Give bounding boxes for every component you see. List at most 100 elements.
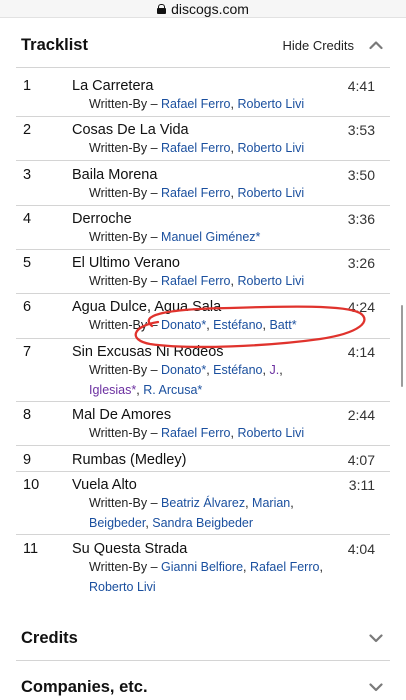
track-title: Baila Morena <box>72 167 158 183</box>
track-title: Su Questa Strada <box>72 541 188 557</box>
credit-line: Written-By – Manuel Giménez* <box>89 230 261 244</box>
divider <box>16 534 390 535</box>
divider <box>16 160 390 161</box>
credit-line: Written-By – Donato*, Estéfano, Batt* <box>89 318 297 332</box>
credit-artist-link[interactable]: Beatriz Álvarez <box>161 496 245 510</box>
divider <box>16 401 390 402</box>
lock-icon <box>157 3 167 14</box>
track-credits: Written-By – Manuel Giménez* <box>89 228 339 248</box>
divider <box>16 338 390 339</box>
url-domain: discogs.com <box>171 0 249 17</box>
track-duration: 3:36 <box>347 211 375 227</box>
credit-artist-link[interactable]: Roberto Livi <box>237 141 304 155</box>
track-title: Derroche <box>72 211 132 227</box>
companies-title: Companies, etc. <box>21 677 148 696</box>
credit-artist-link[interactable]: Roberto Livi <box>237 274 304 288</box>
track-title: La Carretera <box>72 78 154 94</box>
credit-artist-link[interactable]: Batt* <box>269 318 296 332</box>
track-number: 1 <box>23 78 32 94</box>
track-number: 2 <box>23 122 32 138</box>
credit-artist-link[interactable]: Roberto Livi <box>237 426 304 440</box>
hide-credits-link[interactable]: Hide Credits <box>282 38 354 53</box>
track-duration: 2:44 <box>347 407 375 423</box>
credit-artist-link[interactable]: Rafael Ferro <box>161 97 230 111</box>
divider <box>16 205 390 206</box>
divider <box>16 660 390 661</box>
credits-title: Credits <box>21 628 78 647</box>
credit-line: Roberto Livi <box>89 578 339 598</box>
credit-role: Written-By <box>89 560 148 574</box>
credit-artist-link[interactable]: Roberto Livi <box>89 580 156 594</box>
credits-section-header[interactable]: Credits <box>0 613 406 663</box>
companies-section-header[interactable]: Companies, etc. <box>0 662 406 700</box>
credit-line: Written-By – Rafael Ferro, Roberto Livi <box>89 141 305 155</box>
credit-artist-link[interactable]: Donato* <box>161 318 206 332</box>
track-credits: Written-By – Donato*, Estéfano, J., Igle… <box>89 361 339 400</box>
chevron-up-icon[interactable] <box>368 37 384 53</box>
track-number: 9 <box>23 452 32 468</box>
track-number: 3 <box>23 167 32 183</box>
track-number: 7 <box>23 344 32 360</box>
credit-line: Written-By – Rafael Ferro, Roberto Livi <box>89 274 305 288</box>
credit-artist-link[interactable]: Sandra Beigbeder <box>152 516 253 530</box>
credit-artist-link[interactable]: Roberto Livi <box>237 97 304 111</box>
credit-role: Written-By <box>89 230 148 244</box>
credit-artist-link[interactable]: Beigbeder <box>89 516 145 530</box>
track-duration: 4:14 <box>347 344 375 360</box>
divider <box>16 249 390 250</box>
divider <box>16 471 390 472</box>
credit-artist-link[interactable]: Rafael Ferro <box>161 426 230 440</box>
credit-artist-link[interactable]: Donato* <box>161 363 206 377</box>
track-number: 5 <box>23 255 32 271</box>
credit-line: Written-By – Rafael Ferro, Roberto Livi <box>89 97 305 111</box>
credit-artist-link[interactable]: J. <box>269 363 279 377</box>
credit-role: Written-By <box>89 97 148 111</box>
tracklist-header: Tracklist Hide Credits <box>0 20 406 70</box>
track-credits: Written-By – Beatriz Álvarez, Marian, Be… <box>89 494 339 533</box>
track-number: 11 <box>23 541 39 557</box>
track-duration: 3:11 <box>348 477 375 493</box>
track-title: Sin Excusas Ni Rodeos <box>72 344 224 360</box>
credit-artist-link[interactable]: Gianni Belfiore <box>161 560 243 574</box>
credit-artist-link[interactable]: Rafael Ferro <box>161 141 230 155</box>
track-credits: Written-By – Rafael Ferro, Roberto Livi <box>89 424 339 444</box>
chevron-down-icon[interactable] <box>368 679 384 695</box>
track-credits: Written-By – Rafael Ferro, Roberto Livi <box>89 139 339 159</box>
track-credits: Written-By – Gianni Belfiore, Rafael Fer… <box>89 558 339 597</box>
credit-role: Written-By <box>89 186 148 200</box>
track-duration: 3:26 <box>347 255 375 271</box>
track-title: Cosas De La Vida <box>72 122 189 138</box>
track-duration: 4:07 <box>347 452 375 468</box>
scroll-indicator[interactable] <box>400 305 403 387</box>
track-number: 4 <box>23 211 32 227</box>
credit-artist-link[interactable]: Estéfano <box>213 363 262 377</box>
track-duration: 3:50 <box>347 167 375 183</box>
divider <box>16 67 390 68</box>
divider <box>16 293 390 294</box>
track-title: Mal De Amores <box>72 407 172 423</box>
browser-url-bar[interactable]: discogs.com <box>0 0 406 18</box>
credit-artist-link[interactable]: Iglesias* <box>89 383 136 397</box>
credit-artist-link[interactable]: Marian <box>252 496 290 510</box>
track-title: El Ultimo Verano <box>72 255 180 271</box>
credit-artist-link[interactable]: Rafael Ferro <box>161 274 230 288</box>
credit-line: Written-By – Donato*, Estéfano, J., <box>89 363 283 377</box>
credit-artist-link[interactable]: R. Arcusa* <box>143 383 202 397</box>
track-number: 10 <box>23 477 40 493</box>
chevron-down-icon[interactable] <box>368 630 384 646</box>
credit-artist-link[interactable]: Rafael Ferro <box>161 186 230 200</box>
credit-role: Written-By <box>89 363 148 377</box>
track-title: Agua Dulce, Agua Sala <box>72 299 222 315</box>
credit-artist-link[interactable]: Rafael Ferro <box>250 560 319 574</box>
track-duration: 4:04 <box>347 541 375 557</box>
credit-line: Beigbeder, Sandra Beigbeder <box>89 515 254 530</box>
credit-line: Written-By – Gianni Belfiore, Rafael Fer… <box>89 560 323 574</box>
track-duration: 4:41 <box>347 78 375 94</box>
track-credits: Written-By – Rafael Ferro, Roberto Livi <box>89 95 339 115</box>
credit-artist-link[interactable]: Roberto Livi <box>237 186 304 200</box>
credit-artist-link[interactable]: Manuel Giménez* <box>161 230 260 244</box>
track-duration: 3:53 <box>347 122 375 138</box>
credit-role: Written-By <box>89 141 148 155</box>
credit-artist-link[interactable]: Estéfano <box>213 318 262 332</box>
divider <box>16 116 390 117</box>
